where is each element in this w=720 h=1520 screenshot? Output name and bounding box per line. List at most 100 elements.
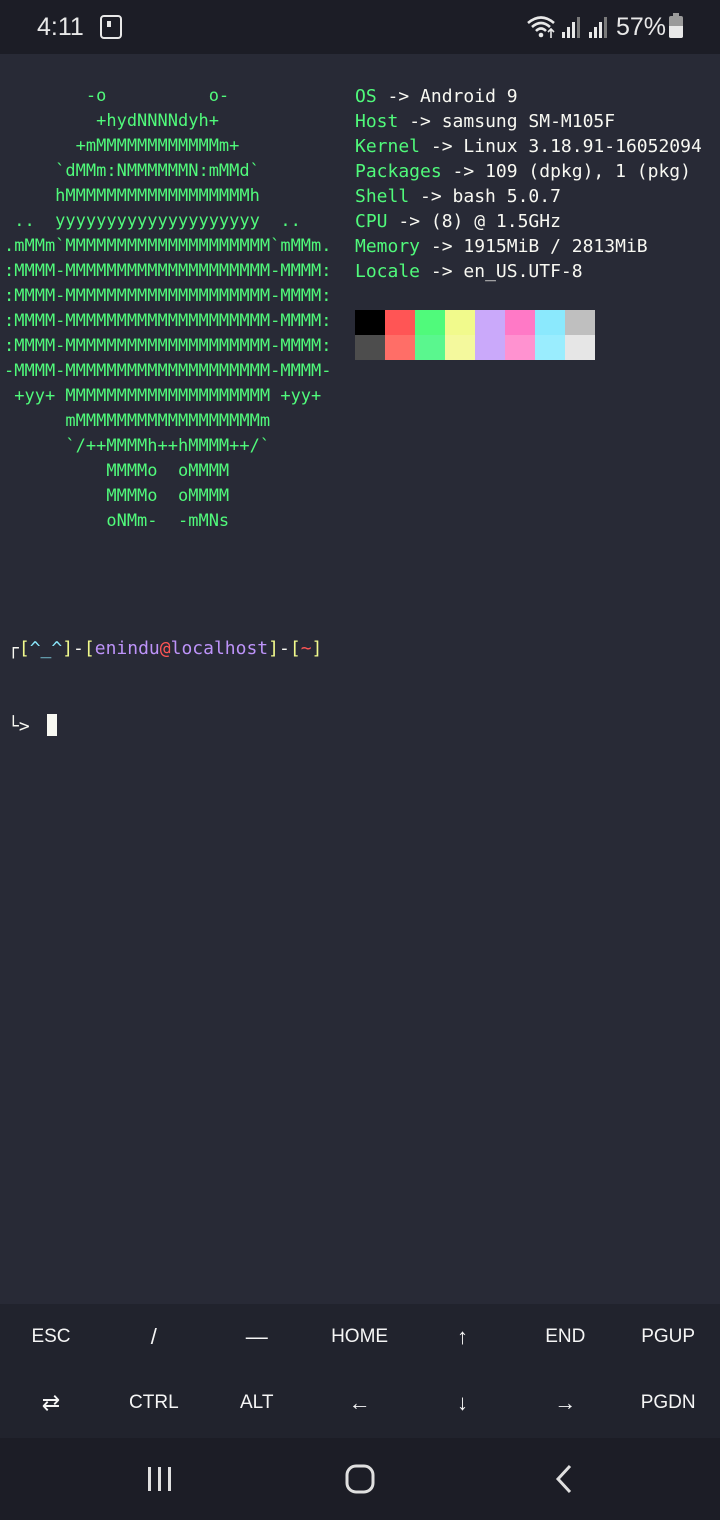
ascii-logo-line: :MMMM-MMMMMMMMMMMMMMMMMMMM-MMMM: xyxy=(4,336,332,356)
color-swatch-normal-5 xyxy=(505,310,535,335)
sysinfo-arrow: -> xyxy=(387,211,431,232)
status-bar: 4:11 57% xyxy=(0,0,720,54)
ascii-logo-line: -o o- xyxy=(4,86,230,106)
dash-key[interactable]: — xyxy=(206,1304,308,1370)
sysinfo-value: samsung SM-M105F xyxy=(441,111,616,132)
signal-icon xyxy=(562,17,580,38)
color-swatch-normal-2 xyxy=(415,310,445,335)
home-button[interactable] xyxy=(300,1438,420,1520)
ascii-logo: -o o- +hydNNNNdyh+ +mMMMMMMMMMMMMm+ `dMM… xyxy=(4,84,332,534)
ascii-logo-line: +hydNNNNdyh+ xyxy=(4,111,219,131)
color-swatch-bright-4 xyxy=(475,335,505,360)
prompt-corner: ┌ xyxy=(8,638,19,659)
sysinfo-row: Host -> samsung SM-M105F xyxy=(355,109,702,134)
sysinfo-value: (8) @ 1.5GHz xyxy=(430,211,561,232)
sysinfo-row: CPU -> (8) @ 1.5GHz xyxy=(355,209,702,234)
ascii-logo-line: MMMMo oMMMM xyxy=(4,486,230,506)
sysinfo-key: Kernel xyxy=(355,136,421,157)
status-time: 4:11 xyxy=(37,13,84,41)
prompt-bracket: ] xyxy=(311,638,323,659)
sysinfo-key: Host xyxy=(355,111,399,132)
battery-percent: 57% xyxy=(616,13,667,41)
color-swatch-bright-0 xyxy=(355,335,385,360)
recents-button[interactable] xyxy=(100,1438,220,1520)
system-info: OS -> Android 9 Host -> samsung SM-M105F K… xyxy=(355,84,702,284)
pgup-key[interactable]: PGUP xyxy=(617,1304,719,1370)
sysinfo-value: Linux 3.18.91-16052094 xyxy=(463,136,702,157)
ascii-logo-line: MMMMo oMMMM xyxy=(4,461,230,481)
color-swatch-normal-1 xyxy=(385,310,415,335)
sysinfo-key: Locale xyxy=(355,261,421,282)
up-arrow-key[interactable]: ↑ xyxy=(411,1304,513,1370)
color-swatch-normal-4 xyxy=(475,310,505,335)
sysinfo-value: 109 (dpkg), 1 (pkg) xyxy=(485,161,691,182)
extra-keys-bar: ESC / — HOME ↑ END PGUP ⇄ CTRL ALT ← ↓ → PGDN xyxy=(0,1304,720,1438)
sysinfo-row: Kernel -> Linux 3.18.91-16052094 xyxy=(355,134,702,159)
sysinfo-arrow: -> xyxy=(420,236,464,257)
home-icon xyxy=(345,1464,375,1494)
ascii-logo-line: `dMMm:NMMMMMMN:mMMd` xyxy=(4,161,260,181)
navigation-bar xyxy=(0,1438,720,1520)
signal-icon xyxy=(589,17,607,38)
ascii-logo-line: `/++MMMMh++hMMMM++/` xyxy=(4,436,271,456)
slash-key[interactable]: / xyxy=(103,1304,205,1370)
prompt-bracket: [ xyxy=(289,638,301,659)
recents-icon xyxy=(148,1467,171,1491)
text-cursor xyxy=(46,714,57,736)
prompt-bracket: [ xyxy=(18,638,30,659)
down-arrow-key[interactable]: ↓ xyxy=(411,1370,513,1436)
prompt-bracket: ] xyxy=(62,638,74,659)
notification-icon xyxy=(100,15,122,39)
sysinfo-arrow: -> xyxy=(409,186,453,207)
swap-keyboard-key[interactable]: ⇄ xyxy=(0,1370,102,1436)
prompt-dash: - xyxy=(73,638,84,659)
prompt-input-line[interactable]: └> xyxy=(8,714,322,740)
color-swatch-normal-3 xyxy=(445,310,475,335)
sysinfo-key: Memory xyxy=(355,236,421,257)
prompt-dash: - xyxy=(279,638,290,659)
terminal-view[interactable]: -o o- +hydNNNNdyh+ +mMMMMMMMMMMMMm+ `dMM… xyxy=(0,54,720,1304)
ascii-logo-line: mMMMMMMMMMMMMMMMMMMm xyxy=(4,411,271,431)
sysinfo-key: Shell xyxy=(355,186,410,207)
prompt-bracket: [ xyxy=(83,638,95,659)
color-swatch-bright-1 xyxy=(385,335,415,360)
ascii-logo-line: .. yyyyyyyyyyyyyyyyyyyy .. xyxy=(4,211,301,231)
prompt-host: localhost xyxy=(170,638,269,659)
sysinfo-arrow: -> xyxy=(376,86,421,107)
sysinfo-arrow: -> xyxy=(420,261,464,282)
right-arrow-key[interactable]: → xyxy=(514,1370,616,1436)
ascii-logo-line: hMMMMMMMMMMMMMMMMMMh xyxy=(4,186,260,206)
ascii-logo-line: +mMMMMMMMMMMMMm+ xyxy=(4,136,240,156)
pgdn-key[interactable]: PGDN xyxy=(617,1370,719,1436)
ctrl-key[interactable]: CTRL xyxy=(103,1370,205,1436)
color-swatch-normal-6 xyxy=(535,310,565,335)
sysinfo-arrow: -> xyxy=(420,136,464,157)
esc-key[interactable]: ESC xyxy=(0,1304,102,1370)
color-swatch-bright-6 xyxy=(535,335,565,360)
sysinfo-value: Android 9 xyxy=(420,86,518,107)
color-swatch-bright-3 xyxy=(445,335,475,360)
ascii-logo-line: oNMm- -mMNs xyxy=(4,511,230,531)
prompt-bracket: ] xyxy=(268,638,279,659)
sysinfo-value: en_US.UTF-8 xyxy=(463,261,583,282)
color-swatch-bright-2 xyxy=(415,335,445,360)
shell-prompt: ┌[^_^]-[enindu@localhost]-[~] └> xyxy=(8,584,322,792)
color-swatch-bright-7 xyxy=(565,335,595,360)
sysinfo-row: Locale -> en_US.UTF-8 xyxy=(355,259,702,284)
ascii-logo-line: :MMMM-MMMMMMMMMMMMMMMMMMMM-MMMM: xyxy=(4,286,332,306)
color-swatch-bright-5 xyxy=(505,335,535,360)
battery-icon xyxy=(669,13,683,38)
alt-key[interactable]: ALT xyxy=(206,1370,308,1436)
prompt-at: @ xyxy=(159,638,171,659)
ascii-logo-line: .mMMm`MMMMMMMMMMMMMMMMMMMM`mMMm. xyxy=(4,236,332,256)
sysinfo-value: bash 5.0.7 xyxy=(452,186,561,207)
ascii-logo-line: -MMMM-MMMMMMMMMMMMMMMMMMMM-MMMM- xyxy=(4,361,332,381)
prompt-cwd: ~ xyxy=(300,638,312,659)
left-arrow-key[interactable]: ← xyxy=(309,1370,411,1436)
ascii-logo-line: :MMMM-MMMMMMMMMMMMMMMMMMMM-MMMM: xyxy=(4,261,332,281)
back-button[interactable] xyxy=(504,1438,624,1520)
end-key[interactable]: END xyxy=(514,1304,616,1370)
home-key[interactable]: HOME xyxy=(309,1304,411,1370)
sysinfo-row: Memory -> 1915MiB / 2813MiB xyxy=(355,234,702,259)
ascii-logo-line: +yy+ MMMMMMMMMMMMMMMMMMMM +yy+ xyxy=(4,386,322,406)
